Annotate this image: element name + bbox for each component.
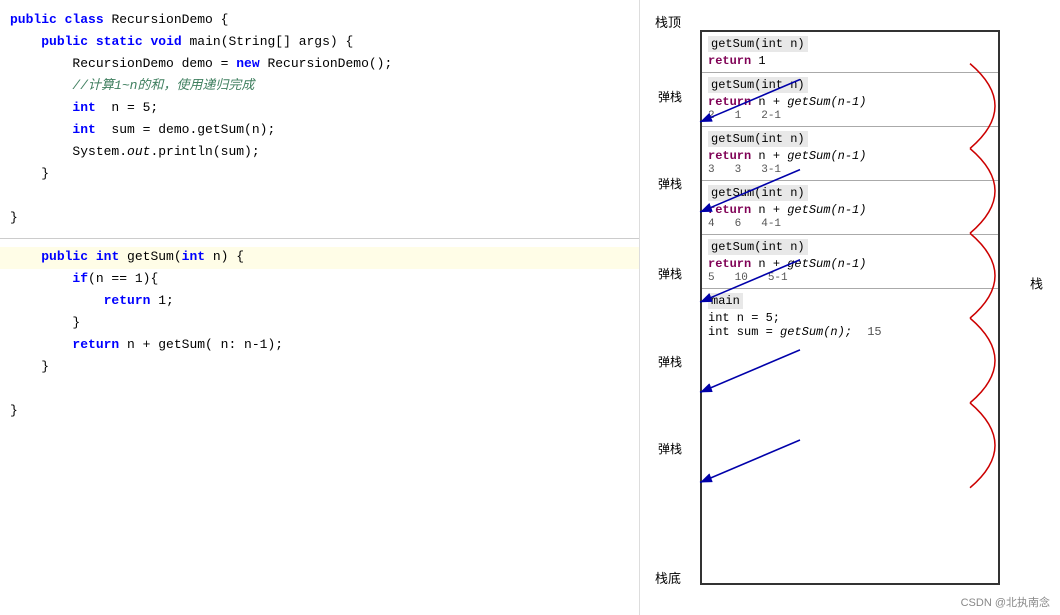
frame5-content: return n + getSum(n-1) (708, 257, 992, 271)
stack-top-label: 栈顶 (655, 12, 681, 31)
stack-frame-main: main int n = 5; int sum = getSum(n); 15 (702, 289, 998, 583)
code-line-int-n: int n = 5; (0, 98, 639, 120)
code-line-class: public class RecursionDemo { (0, 10, 639, 32)
code-line-close-class-1: } (0, 208, 639, 230)
frame2-title: getSum(int n) (708, 77, 808, 93)
pop-label-5: 弹栈 (658, 440, 682, 457)
code-line-demo: RecursionDemo demo = new RecursionDemo()… (0, 54, 639, 76)
code-line-getsum-sig: public int getSum(int n) { (0, 247, 639, 269)
code-panel: public class RecursionDemo { public stat… (0, 0, 640, 615)
code-line-close-if: } (0, 313, 639, 335)
code-line-blank1 (0, 186, 639, 208)
code-line-if: if(n == 1){ (0, 269, 639, 291)
code-line-close1: } (0, 164, 639, 186)
pop-label-4: 弹栈 (658, 353, 682, 370)
stack-frame-5: getSum(int n) return n + getSum(n-1) 510… (702, 235, 998, 289)
stack-frame-2: getSum(int n) return n + getSum(n-1) 212… (702, 73, 998, 127)
frame3-content: return n + getSum(n-1) (708, 149, 992, 163)
code-line-comment: //计算1~n的和，使用递归完成 (0, 76, 639, 98)
code-line-blank3 (0, 379, 639, 401)
stack-side-label: 栈 (1026, 277, 1045, 290)
stack-panel: 栈顶 栈底 getSum(int n) return 1 getSum(int … (640, 0, 1060, 615)
frame-main-content: int n = 5; int sum = getSum(n); 15 (708, 311, 992, 339)
pop-label-3: 弹栈 (658, 265, 682, 282)
stack-frame-4: getSum(int n) return n + getSum(n-1) 464… (702, 181, 998, 235)
stack-frame-1: getSum(int n) return 1 (702, 32, 998, 73)
credit-label: CSDN @北执南念 (961, 594, 1050, 610)
code-line-close-method: } (0, 357, 639, 379)
code-line-main: public static void main(String[] args) { (0, 32, 639, 54)
code-line-return1: return 1; (0, 291, 639, 313)
frame4-nums: 464-1 (708, 218, 992, 230)
divider (0, 238, 639, 239)
frame3-nums: 333-1 (708, 164, 992, 176)
frame5-nums: 5105-1 (708, 272, 992, 284)
stack-container: getSum(int n) return 1 getSum(int n) ret… (700, 30, 1000, 585)
frame1-title: getSum(int n) (708, 36, 808, 52)
frame1-content: return 1 (708, 54, 992, 68)
stack-bottom-label: 栈底 (655, 568, 681, 587)
frame2-nums: 212-1 (708, 110, 992, 122)
pop-label-1: 弹栈 (658, 88, 682, 105)
code-line-close-class-2: } (0, 401, 639, 423)
frame3-title: getSum(int n) (708, 131, 808, 147)
frame-main-title: main (708, 293, 743, 309)
frame5-title: getSum(int n) (708, 239, 808, 255)
code-line-return-n: return n + getSum( n: n-1); (0, 335, 639, 357)
frame4-content: return n + getSum(n-1) (708, 203, 992, 217)
stack-frame-3: getSum(int n) return n + getSum(n-1) 333… (702, 127, 998, 181)
frame4-title: getSum(int n) (708, 185, 808, 201)
code-line-println: System.out.println(sum); (0, 142, 639, 164)
frame2-content: return n + getSum(n-1) (708, 95, 992, 109)
code-line-int-sum: int sum = demo.getSum(n); (0, 120, 639, 142)
pop-label-2: 弹栈 (658, 175, 682, 192)
